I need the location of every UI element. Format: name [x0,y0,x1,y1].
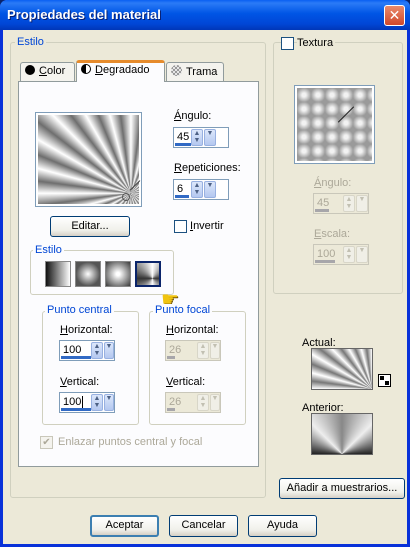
previous-material-preview[interactable] [311,413,373,455]
texture-angle-slider-bar[interactable] [315,209,329,212]
texture-preview-swatch [297,88,372,161]
focal-vertical-label: Vertical: [166,376,206,388]
radial-gradient-icon[interactable] [105,261,131,287]
spin-updown-icon[interactable]: ▲ ▼ [191,129,203,146]
gradient-preview[interactable] [35,112,142,207]
texture-angle-value: 45 [317,197,330,209]
ok-button[interactable]: Aceptar [90,515,159,537]
help-button[interactable]: Ayuda [248,515,317,537]
window-title: Propiedades del material [7,7,161,22]
texture-scale-slider-bar[interactable] [315,260,335,263]
swap-small-icon[interactable] [378,374,391,387]
swap-small-icon-inner [385,381,389,385]
tab-degradado-label: Degradado [95,64,150,76]
close-button[interactable]: ✕ [384,5,405,26]
spin-updown-icon[interactable]: ▲ ▼ [191,181,203,198]
center-vertical-spinbox[interactable]: 100 ▲ ▼ ▼ [59,392,115,413]
tab-color-label: Color [39,65,66,77]
focal-vertical-slider-bar[interactable] [167,408,175,411]
close-icon: ✕ [388,7,401,23]
cancel-button-label: Cancelar [181,519,226,531]
add-to-swatches-label: Añadir a muestrarios... [286,482,398,494]
dropdown-arrow-icon[interactable]: ▼ [204,129,216,146]
previous-preview-swatch [312,414,372,454]
dropdown-arrow-icon[interactable]: ▼ [104,394,114,411]
focal-horizontal-label: Horizontal: [166,324,219,336]
center-horizontal-label: Horizontal: [60,324,113,336]
dropdown-arrow-icon[interactable]: ▼ [204,181,216,198]
spin-updown-icon[interactable]: ▲ ▼ [91,342,103,359]
focal-horizontal-spinbox[interactable]: 26 ▲ ▼ ▼ [165,340,221,361]
center-vertical-label: Vertical: [60,376,100,388]
center-vertical-value: 100 [63,396,82,408]
spin-updown-icon[interactable]: ▲ ▼ [197,394,209,411]
angle-spinbox[interactable]: 45 ▲ ▼ ▼ [173,127,229,148]
focal-horizontal-value: 26 [169,344,182,356]
repeat-value: 6 [177,183,184,195]
check-mark-icon: ✔ [42,437,51,448]
texture-label: Textura [297,37,336,49]
invert-label: Invertir [190,220,224,232]
spin-updown-icon[interactable]: ▲ ▼ [197,342,209,359]
gradient-preview-swatch [38,115,139,204]
add-to-swatches-button[interactable]: Añadir a muestrarios... [279,478,405,499]
tab-color[interactable]: Color [20,62,75,81]
current-preview-swatch [312,349,372,389]
center-point-label: Punto central [45,304,114,316]
sunburst-gradient-icon[interactable] [135,261,161,287]
tab-trama[interactable]: Trama [166,62,224,81]
dialog-window: Propiedades del material ✕ Estilo Color … [0,0,410,547]
angle-label: Ángulo: [174,110,212,122]
gradient-style-label: Estilo [33,244,64,256]
spin-updown-icon[interactable]: ▲ ▼ [343,195,355,212]
angle-slider-bar[interactable] [175,143,191,146]
focal-vertical-spinbox[interactable]: 26 ▲ ▼ ▼ [165,392,221,413]
cancel-button[interactable]: Cancelar [169,515,238,537]
invert-checkbox[interactable] [174,220,187,233]
dropdown-arrow-icon[interactable]: ▼ [356,195,368,212]
ok-button-label: Aceptar [105,519,144,531]
repeat-spinbox[interactable]: 6 ▲ ▼ ▼ [173,179,229,200]
texture-angle-spinbox[interactable]: 45 ▲ ▼ ▼ [313,193,369,214]
center-vertical-slider-bar[interactable] [61,408,91,411]
texture-scale-label: Escala: [314,228,351,240]
texture-checkbox[interactable] [281,37,294,50]
focal-vertical-value: 26 [169,396,182,408]
color-dot-icon [25,65,35,75]
spin-updown-icon[interactable]: ▲ ▼ [343,246,355,263]
tab-trama-label: Trama [186,66,218,78]
dropdown-arrow-icon[interactable]: ▼ [356,246,368,263]
focal-point-label: Punto focal [153,304,213,316]
linear-gradient-icon[interactable] [45,261,71,287]
tab-degradado[interactable]: Degradado [76,60,165,82]
center-horizontal-spinbox[interactable]: 100 ▲ ▼ ▼ [59,340,115,361]
rectangular-gradient-icon[interactable] [75,261,101,287]
help-button-label: Ayuda [267,519,298,531]
swap-small-icon-inner [380,376,384,380]
texture-scale-value: 100 [317,248,336,260]
angle-value: 45 [177,131,190,143]
edit-button-label: Editar... [71,220,109,232]
dropdown-arrow-icon[interactable]: ▼ [104,342,114,359]
center-horizontal-slider-bar[interactable] [61,356,91,359]
texture-angle-label: Ángulo: [314,177,352,189]
repeat-label: Repeticiones: [174,162,241,174]
title-bar[interactable]: Propiedades del material ✕ [0,0,410,30]
estilo-group-label: Estilo [15,36,46,48]
repeat-slider-bar[interactable] [175,195,189,198]
pattern-texture-icon [171,65,182,76]
texture-scale-spinbox[interactable]: 100 ▲ ▼ ▼ [313,244,369,265]
spin-updown-icon[interactable]: ▲ ▼ [91,394,103,411]
link-points-checkbox[interactable]: ✔ [40,436,53,449]
current-material-preview[interactable] [311,348,373,390]
focal-crosshair-icon [122,193,130,201]
dropdown-arrow-icon[interactable]: ▼ [210,394,220,411]
gradient-half-icon [81,64,91,74]
center-horizontal-value: 100 [63,344,82,356]
edit-gradient-button[interactable]: Editar... [50,216,130,237]
texture-preview[interactable] [294,85,375,164]
focal-horizontal-slider-bar[interactable] [167,356,175,359]
dropdown-arrow-icon[interactable]: ▼ [210,342,220,359]
link-points-label: Enlazar puntos central y focal [58,436,203,448]
